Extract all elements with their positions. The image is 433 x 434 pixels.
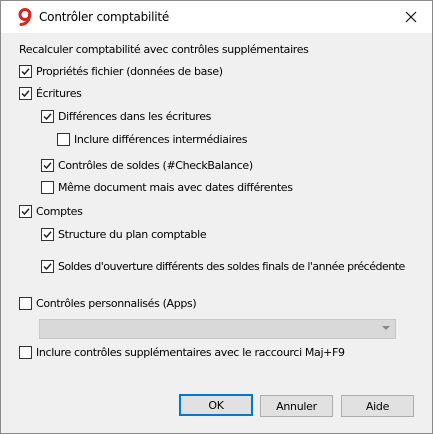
checkbox-opening-balances[interactable]: Soldes d'ouverture différents des soldes… bbox=[41, 260, 405, 273]
chevron-down-icon bbox=[382, 326, 390, 330]
checkbox-box[interactable] bbox=[41, 260, 54, 273]
section-title: Recalculer comptabilité avec contrôles s… bbox=[19, 43, 309, 56]
checkbox-box[interactable] bbox=[41, 181, 54, 194]
checkbox-chart-structure[interactable]: Structure du plan comptable bbox=[41, 228, 207, 241]
checkbox-accounts[interactable]: Comptes bbox=[19, 205, 83, 218]
checkbox-label: Écritures bbox=[36, 87, 82, 100]
checkmark-icon bbox=[43, 113, 52, 121]
close-button[interactable] bbox=[400, 6, 422, 28]
checkmark-icon bbox=[21, 208, 30, 216]
checkbox-box[interactable] bbox=[19, 205, 32, 218]
custom-checks-dropdown[interactable] bbox=[39, 319, 396, 339]
checkmark-icon bbox=[43, 162, 52, 170]
checkmark-icon bbox=[21, 90, 30, 98]
checkbox-intermediate-differences[interactable]: Inclure différences intermédiaires bbox=[57, 133, 247, 146]
dialog-body: Recalculer comptabilité avec contrôles s… bbox=[1, 33, 432, 433]
checkbox-box[interactable] bbox=[41, 159, 54, 172]
checkbox-balance-checks[interactable]: Contrôles de soldes (#CheckBalance) bbox=[41, 159, 253, 172]
dialog-window: Contrôler comptabilité Recalculer compta… bbox=[0, 0, 433, 434]
checkbox-label: Propriétés fichier (données de base) bbox=[36, 65, 223, 78]
checkbox-custom-checks[interactable]: Contrôles personnalisés (Apps) bbox=[19, 297, 197, 310]
title-bar: Contrôler comptabilité bbox=[1, 1, 432, 33]
checkmark-icon bbox=[43, 263, 52, 271]
checkbox-box[interactable] bbox=[19, 297, 32, 310]
checkbox-label: Contrôles personnalisés (Apps) bbox=[36, 297, 197, 310]
app-logo-icon bbox=[17, 8, 33, 26]
checkbox-box[interactable] bbox=[57, 133, 70, 146]
checkbox-entry-differences[interactable]: Différences dans les écritures bbox=[41, 110, 211, 123]
checkbox-box[interactable] bbox=[41, 110, 54, 123]
checkbox-label: Structure du plan comptable bbox=[58, 228, 207, 241]
checkbox-label: Même document mais avec dates différente… bbox=[58, 181, 293, 194]
close-icon bbox=[405, 11, 417, 23]
checkbox-file-properties[interactable]: Propriétés fichier (données de base) bbox=[19, 65, 223, 78]
window-title: Contrôler comptabilité bbox=[39, 10, 170, 24]
checkmark-icon bbox=[21, 68, 30, 76]
checkbox-label: Contrôles de soldes (#CheckBalance) bbox=[58, 159, 253, 172]
checkbox-label: Différences dans les écritures bbox=[58, 110, 212, 123]
cancel-button[interactable]: Annuler bbox=[260, 395, 333, 417]
checkbox-label: Comptes bbox=[36, 205, 83, 218]
checkbox-box[interactable] bbox=[19, 346, 32, 359]
checkbox-box[interactable] bbox=[19, 87, 32, 100]
checkbox-label: Soldes d'ouverture différents des soldes… bbox=[58, 260, 405, 273]
checkbox-box[interactable] bbox=[41, 228, 54, 241]
checkbox-same-document[interactable]: Même document mais avec dates différente… bbox=[41, 181, 293, 194]
checkbox-label: Inclure différences intermédiaires bbox=[74, 133, 248, 146]
checkmark-icon bbox=[43, 231, 52, 239]
ok-button[interactable]: OK bbox=[179, 394, 253, 416]
checkbox-include-shortcut[interactable]: Inclure contrôles supplémentaires avec l… bbox=[19, 346, 345, 359]
help-button[interactable]: Aide bbox=[341, 395, 414, 417]
checkbox-label: Inclure contrôles supplémentaires avec l… bbox=[36, 346, 345, 359]
checkbox-box[interactable] bbox=[19, 65, 32, 78]
checkbox-entries[interactable]: Écritures bbox=[19, 87, 82, 100]
